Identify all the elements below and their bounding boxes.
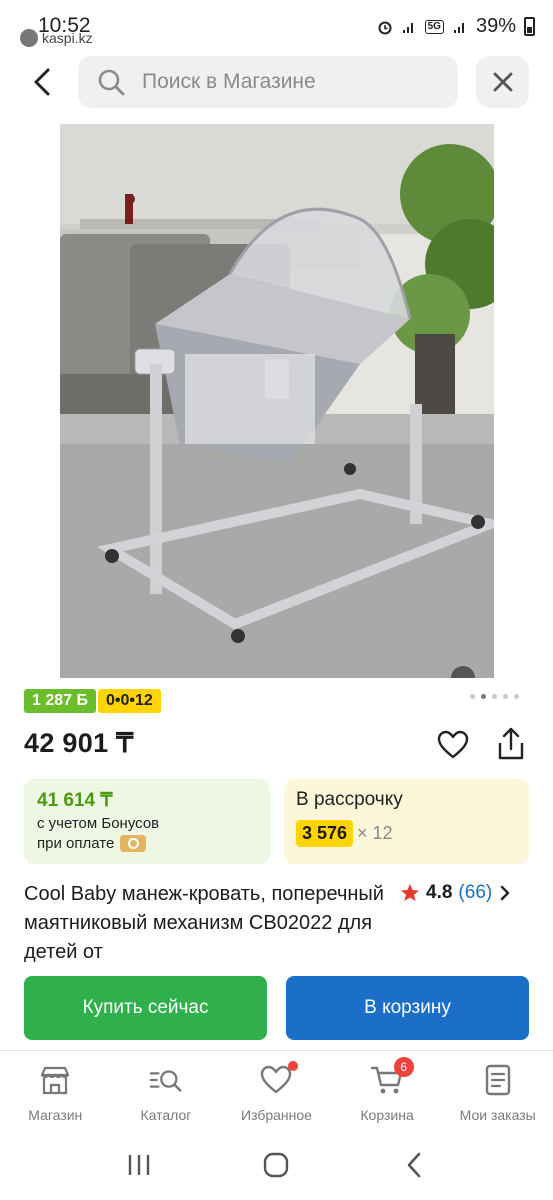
- shop-icon: [38, 1063, 72, 1097]
- kaspi-logo-icon: [20, 29, 38, 47]
- tab-shop[interactable]: Магазин: [0, 1051, 111, 1130]
- share-button[interactable]: [494, 726, 528, 762]
- tab-label: Магазин: [28, 1107, 83, 1123]
- system-nav-bar: [0, 1130, 553, 1200]
- add-to-cart-button[interactable]: В корзину: [286, 976, 529, 1040]
- tab-label: Избранное: [241, 1107, 312, 1123]
- tab-cart[interactable]: 6 Корзина: [332, 1051, 443, 1130]
- installment-monthly: 3 576: [296, 820, 354, 847]
- signal-strength-icon: [453, 22, 464, 33]
- product-price: 42 901 ₸: [24, 728, 134, 758]
- installment-times: × 12: [357, 823, 393, 843]
- favorite-button[interactable]: [436, 728, 470, 762]
- share-icon: [498, 727, 524, 760]
- tab-label: Мои заказы: [459, 1107, 536, 1123]
- bonus-line-1: с учетом Бонусов: [37, 815, 160, 832]
- home-icon: [264, 1152, 289, 1178]
- installment-card[interactable]: В рассрочку 3 576 × 12: [284, 779, 529, 864]
- installment-badge: 0•0•12: [97, 689, 161, 713]
- signal-icon: [402, 22, 413, 33]
- badges-row: 1 287 Б 0•0•12: [24, 689, 161, 713]
- pager-dot: [492, 694, 497, 699]
- bottom-tabbar: Магазин Каталог Избранное 6 Корзина Мои …: [0, 1050, 553, 1130]
- installment-row: 3 576 × 12: [296, 820, 517, 847]
- search-row: [0, 56, 553, 110]
- product-image[interactable]: [60, 124, 494, 678]
- heart-icon: [437, 730, 469, 759]
- bonus-line-2-row: при оплате: [37, 835, 257, 852]
- product-title: Cool Baby манеж-кровать, поперечный маят…: [24, 883, 384, 963]
- network-type: 5G: [424, 19, 444, 34]
- installment-title: В рассрочку: [296, 789, 403, 810]
- close-icon: [493, 72, 512, 92]
- alarm-icon: [378, 21, 392, 34]
- pager-dot: [514, 694, 519, 699]
- recent-apps-icon: [128, 1155, 150, 1175]
- bassinet-photo: [60, 124, 494, 678]
- bonus-price: 41 614 ₸: [37, 790, 113, 811]
- system-back-icon: [407, 1152, 421, 1178]
- image-pager: [470, 694, 519, 699]
- star-icon: [401, 884, 419, 901]
- pager-dot: [503, 694, 508, 699]
- back-button[interactable]: [22, 62, 62, 102]
- status-bar: 10:52 kaspi.kz 5G 39%: [0, 0, 553, 50]
- rating-count[interactable]: (66): [458, 882, 492, 904]
- battery-percent: 39%: [475, 15, 516, 37]
- orders-icon: [481, 1063, 515, 1097]
- status-icons: 5G 39%: [377, 15, 535, 38]
- tab-favorites[interactable]: Избранное: [221, 1051, 332, 1130]
- close-search-button[interactable]: [476, 56, 529, 108]
- bonus-line-2: при оплате: [37, 835, 115, 852]
- chevron-left-icon: [34, 68, 50, 96]
- cart-count-badge: 6: [393, 1057, 414, 1077]
- rating-score: 4.8: [426, 882, 453, 903]
- home-button[interactable]: [256, 1145, 296, 1185]
- search-input[interactable]: [142, 70, 432, 94]
- pager-dot-active: [481, 694, 486, 699]
- status-app-name: kaspi.kz: [42, 30, 93, 46]
- bonus-price-card[interactable]: 41 614 ₸ с учетом Бонусов при оплате: [24, 779, 270, 864]
- search-box[interactable]: [78, 56, 458, 108]
- pager-dot: [470, 694, 475, 699]
- tab-orders[interactable]: Мои заказы: [442, 1051, 553, 1130]
- tab-label: Каталог: [140, 1107, 192, 1123]
- search-icon: [96, 67, 126, 97]
- status-app: kaspi.kz: [20, 29, 93, 47]
- chevron-right-icon: [501, 885, 510, 901]
- buy-now-button[interactable]: Купить сейчас: [24, 976, 267, 1040]
- rating[interactable]: 4.8 (66): [400, 882, 512, 904]
- system-back-button[interactable]: [394, 1145, 434, 1185]
- favorites-dot: [287, 1061, 298, 1071]
- battery-icon: [524, 17, 535, 36]
- kaspi-pay-icon: [120, 835, 147, 852]
- tab-catalog[interactable]: Каталог: [111, 1051, 222, 1130]
- recent-apps-button[interactable]: [119, 1145, 159, 1185]
- tab-label: Корзина: [360, 1107, 414, 1123]
- bonus-badge: 1 287 Б: [24, 689, 96, 713]
- catalog-icon: [149, 1063, 183, 1097]
